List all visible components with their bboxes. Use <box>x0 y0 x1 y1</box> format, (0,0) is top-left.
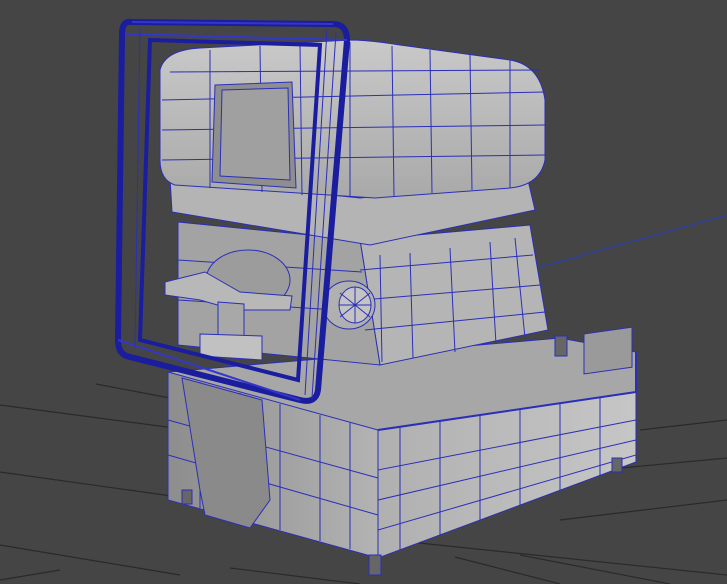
measuring-head[interactable] <box>159 39 546 246</box>
3d-viewport[interactable] <box>0 0 727 584</box>
world-axis-line <box>529 214 727 271</box>
viewport-canvas[interactable] <box>0 0 727 584</box>
connector-panel <box>583 326 633 375</box>
focus-knob[interactable] <box>322 280 376 330</box>
